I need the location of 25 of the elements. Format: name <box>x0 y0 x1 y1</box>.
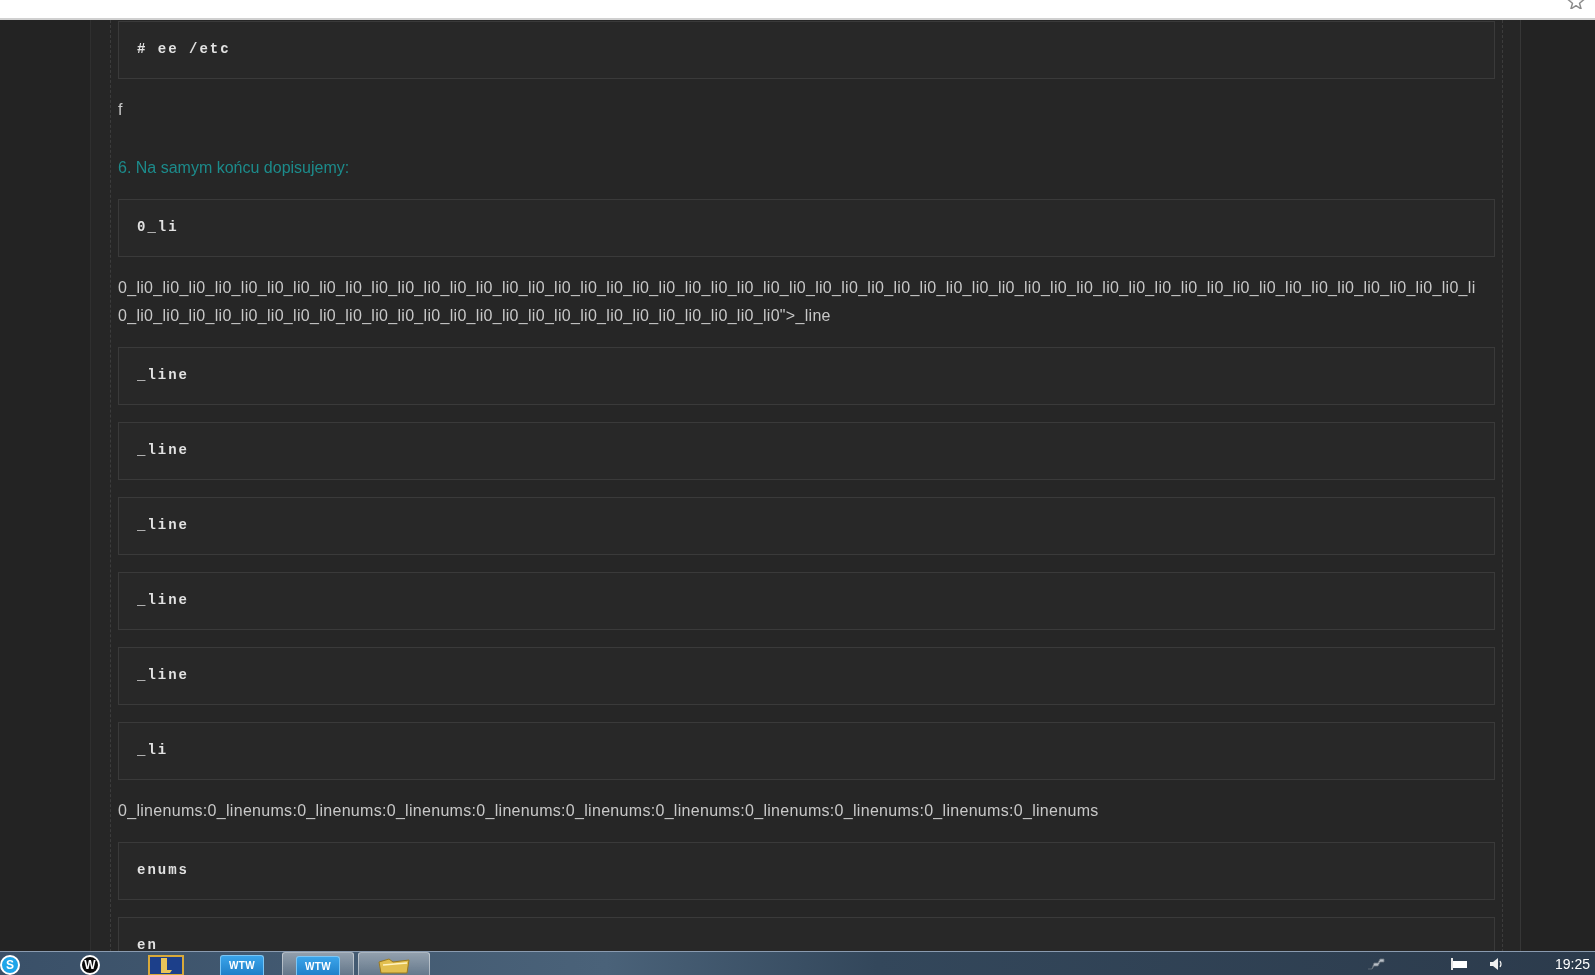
code-block: _line <box>118 422 1495 480</box>
star-icon[interactable] <box>1567 0 1585 9</box>
paragraph: f <box>118 100 124 120</box>
code-block: _line <box>118 647 1495 705</box>
speaker-icon[interactable] <box>1488 957 1503 970</box>
code-block: _line <box>118 347 1495 405</box>
flag-icon[interactable] <box>1448 957 1469 970</box>
taskbar-button[interactable]: WTW <box>282 952 354 975</box>
code-block: # ee /etc <box>118 21 1495 79</box>
paragraph: 0_li0_li0_li0_li0_li0_li0_li0_li0_li0_li0_li0_li0_li0_li0_li0_li0_li0_li0_li0_li0_li0_li0_li0_li0_li0_li0_li0_li0_li0_li0_li0_li0_li0_li0_li0_li0_li0_li0_li0_li0_li0_li0_li0_li0_li0_li0_li0_li0_li0_li0_li0_li 0_li0_li0_li0_li0_li0_li0_li0_li0_li0_li0_li0_li0_li0_li0_li0_li0_li0_li0_li0_li0_li0_li0_li0_li0_li0">_line <box>118 278 1477 326</box>
code-block: _line <box>118 572 1495 630</box>
code-block: _li <box>118 722 1495 780</box>
code-block: enums <box>118 842 1495 900</box>
code-block: en <box>118 917 1495 951</box>
folder-icon <box>377 956 411 974</box>
clock[interactable]: 19:25 <box>1554 956 1590 971</box>
app-logo: WTW <box>296 956 340 975</box>
app-tile-icon <box>148 955 184 975</box>
taskbar-button[interactable] <box>148 952 184 975</box>
code-block: 0_li <box>118 199 1495 257</box>
taskbar-button[interactable] <box>358 952 430 975</box>
paragraph: 0_linenums:0_linenums:0_linenums:0_linenums:0_linenums:0_linenums:0_linenums:0_linenums:0_linenums:0_linenums:0_linenums <box>118 801 1100 821</box>
network-icon[interactable] <box>1366 957 1385 970</box>
code-block: _line <box>118 497 1495 555</box>
section-heading: 6. Na samym końcu dopisujemy: <box>118 158 350 178</box>
